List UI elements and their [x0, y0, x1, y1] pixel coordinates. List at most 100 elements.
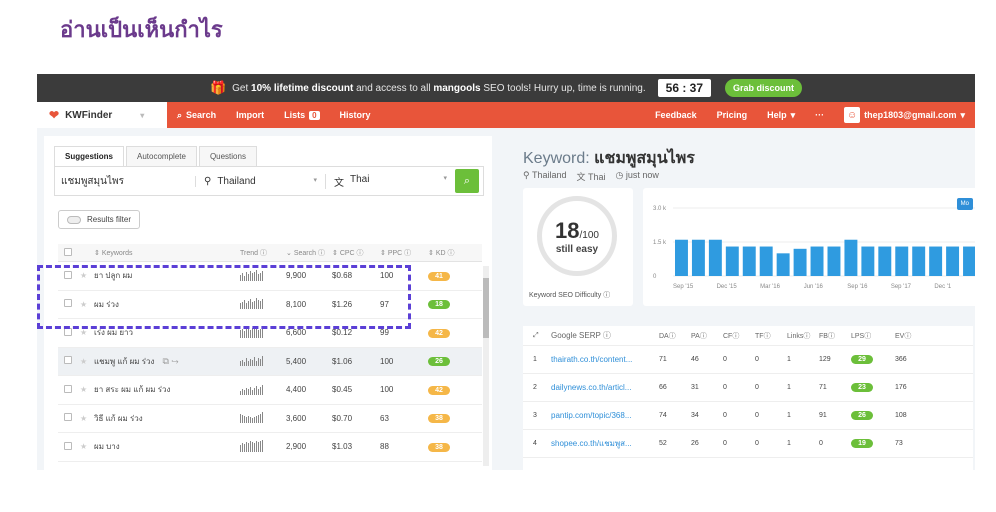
cf: 0 [723, 384, 727, 391]
kd-badge: 38 [428, 442, 450, 452]
table-row[interactable]: ★ ยา สระ ผม แก้ ผม ร่วง 4,400 $0.45 100 … [58, 376, 482, 405]
keyword-cell[interactable]: วิธี แก้ ผม ร่วง [94, 412, 240, 425]
search-volume: 5,400 [286, 356, 307, 366]
grab-discount-button[interactable]: Grab discount [725, 79, 803, 97]
fb: 129 [819, 356, 831, 363]
trend-sparkline [240, 411, 286, 425]
tab-questions[interactable]: Questions [198, 146, 257, 166]
serp-url-link[interactable]: shopee.co.th/แชมพูส... [551, 437, 659, 450]
row-checkbox[interactable] [64, 384, 72, 393]
row-checkbox[interactable] [64, 413, 72, 422]
serp-row: 2 dailynews.co.th/articl... 66 31 0 0 1 … [523, 374, 973, 402]
kd-badge: 42 [428, 385, 450, 395]
table-row[interactable]: ★ ผม บาง 2,900 $1.03 88 38 [58, 433, 482, 462]
nav-account[interactable]: ☺ thep1803@gmail.com ▾ [834, 102, 975, 128]
col-keywords[interactable]: ⇕ Keywords [94, 249, 240, 257]
months-toggle-button[interactable]: Mo [956, 198, 973, 210]
volume-bar [725, 246, 739, 276]
col-ppc[interactable]: ⇕ PPC ⓘ [380, 248, 428, 258]
search-button[interactable]: ⌕ [455, 169, 479, 193]
volume-bar [675, 239, 688, 276]
keyword-cell[interactable]: ยา สระ ผม แก้ ผม ร่วง [94, 383, 240, 396]
chevron-down-icon: ▾ [960, 109, 965, 120]
cf: 0 [723, 412, 727, 419]
table-row[interactable]: ★ แชมพู แก้ ผม ร่วง ⧉ ↪ 5,400 $1.06 100 2… [58, 347, 482, 376]
col-kd[interactable]: ⇕ KD ⓘ [428, 248, 468, 258]
volume-bar [878, 246, 892, 276]
volume-bar [759, 246, 773, 276]
volume-chart-svg: 3.0 k 1.5 k 0 Sep '15 Dec '15 Mar '16 Jun '16 S… [653, 206, 975, 290]
kwfinder-logo-icon: ❤ [49, 108, 60, 122]
pa: 34 [691, 412, 699, 419]
table-row[interactable]: ★ วิธี แก้ ผม ร่วง 3,600 $0.70 63 38 [58, 405, 482, 433]
serp-url-link[interactable]: pantip.com/topic/368... [551, 411, 659, 420]
language-select[interactable]: 文 Thai ▾ [325, 173, 455, 189]
kd-card: 18/100 still easy Keyword SEO Difficulty… [523, 188, 633, 306]
row-checkbox[interactable] [64, 356, 72, 365]
results-filter-toggle[interactable]: Results filter [58, 210, 141, 229]
col-trend: Trend ⓘ [240, 249, 267, 257]
serp-row: 1 thairath.co.th/content... 71 46 0 0 1 … [523, 346, 973, 374]
star-icon[interactable]: ★ [80, 385, 94, 394]
serp-row: 3 pantip.com/topic/368... 74 34 0 0 1 91… [523, 402, 973, 430]
table-scrollbar[interactable] [483, 266, 489, 466]
location-pin-icon: ⚲ [523, 170, 530, 180]
serp-url-link[interactable]: dailynews.co.th/articl... [551, 383, 659, 392]
kd-badge: 41 [428, 271, 450, 281]
x-tick-label: Sep '15 [673, 284, 694, 290]
col-cpc[interactable]: ⇕ CPC ⓘ [332, 248, 380, 258]
lps-badge: 19 [851, 439, 873, 448]
cf: 0 [723, 440, 727, 447]
col-search[interactable]: ⌄ Search ⓘ [286, 248, 332, 258]
row-checkbox[interactable] [64, 441, 72, 450]
nav-search[interactable]: ⌕ Search [167, 102, 226, 128]
cpc-value: $1.06 [332, 356, 353, 366]
tab-suggestions[interactable]: Suggestions [54, 146, 125, 166]
search-row: แชมพูสมุนไพร ⚲ Thailand ▾ 文 Thai ▾ ⌕ [54, 166, 484, 196]
pa: 46 [691, 356, 699, 363]
nav-more[interactable]: ··· [805, 102, 834, 128]
kd-gauge: 18/100 still easy [537, 196, 617, 276]
da: 66 [659, 384, 667, 391]
brand-switcher[interactable]: ❤ KWFinder ▾ [37, 102, 167, 128]
star-icon[interactable]: ★ [80, 357, 94, 366]
star-icon[interactable]: ★ [80, 414, 94, 423]
nav-feedback[interactable]: Feedback [645, 102, 707, 128]
volume-bar [895, 246, 909, 276]
cpc-value: $0.70 [332, 413, 353, 423]
select-all-checkbox[interactable] [64, 247, 72, 256]
kwfinder-app: 🎁 Get 10% lifetime discount and access t… [37, 74, 975, 470]
fb: 0 [819, 440, 823, 447]
ppc-value: 100 [380, 356, 394, 366]
x-tick-label: Dec '1 [934, 284, 951, 290]
nav-lists[interactable]: Lists 0 [274, 102, 329, 128]
search-volume: 4,400 [286, 385, 307, 395]
keyword-cell[interactable]: ผม บาง [94, 440, 240, 453]
rank: 1 [533, 356, 537, 363]
language-icon: 文 [334, 177, 344, 189]
links: 1 [787, 384, 791, 391]
chevron-down-icon: ▾ [790, 109, 796, 120]
fb: 71 [819, 384, 827, 391]
x-tick-label: Dec '15 [717, 284, 738, 290]
keyword-input[interactable]: แชมพูสมุนไพร [55, 174, 195, 189]
nav-pricing[interactable]: Pricing [707, 102, 758, 128]
copy-icon[interactable]: ⧉ ↪ [162, 356, 178, 366]
ppc-value: 99 [380, 328, 389, 338]
star-icon[interactable]: ★ [80, 442, 94, 451]
clock-icon: ◷ [615, 170, 624, 180]
tab-autocomplete[interactable]: Autocomplete [126, 146, 197, 166]
keyword-cell[interactable]: แชมพู แก้ ผม ร่วง ⧉ ↪ [94, 355, 240, 368]
x-tick-label: Mar '16 [760, 284, 780, 290]
nav-history[interactable]: History [330, 102, 381, 128]
volume-bar [861, 246, 875, 276]
language-icon: 文 [576, 172, 586, 182]
nav-import[interactable]: Import [226, 102, 274, 128]
serp-url-link[interactable]: thairath.co.th/content... [551, 355, 659, 364]
promo-text: Get 10% lifetime discount and access to … [232, 82, 646, 94]
location-select[interactable]: ⚲ Thailand ▾ [195, 175, 325, 187]
toggle-switch[interactable] [67, 215, 81, 224]
star-icon[interactable]: ★ [80, 328, 94, 337]
rank: 3 [533, 412, 537, 419]
nav-help[interactable]: Help ▾ [757, 102, 805, 128]
